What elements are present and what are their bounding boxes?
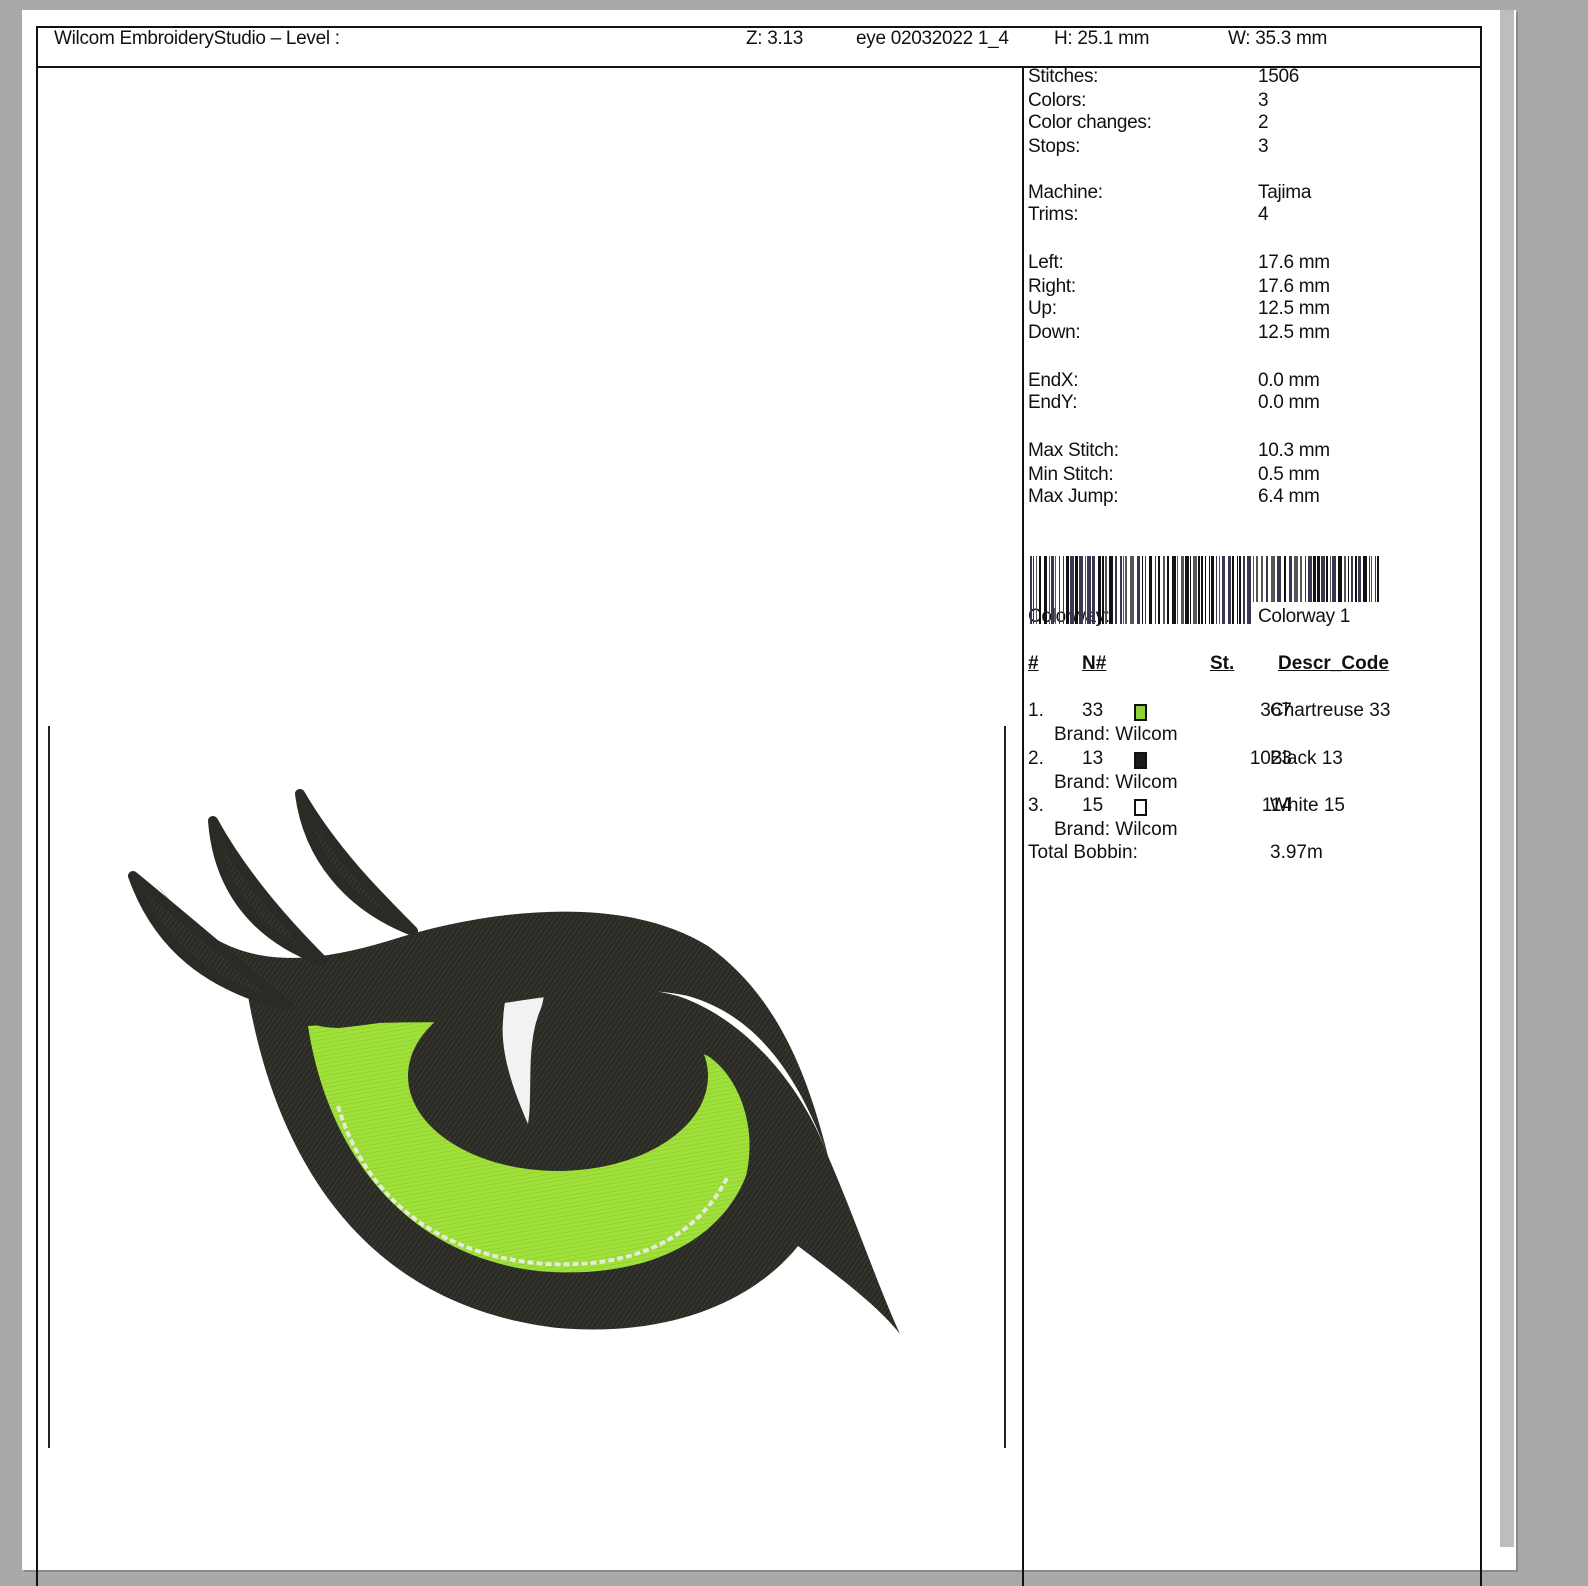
stat-value: 0.0 mm (1258, 392, 1320, 413)
col-header-stitches: St. (1210, 653, 1235, 674)
stat-label: Trims: (1028, 204, 1079, 225)
stat-value: 12.5 mm (1258, 298, 1330, 319)
thread-brand: Brand: Wilcom (1054, 772, 1178, 793)
thread-index: 1. (1028, 700, 1044, 721)
report-frame: Wilcom EmbroideryStudio – Level : Z: 3.1… (36, 26, 1482, 1586)
header-width: W: 35.3 mm (1228, 28, 1328, 49)
header-height: H: 25.1 mm (1054, 28, 1150, 49)
stat-row: Max Stitch: 10.3 mm (1028, 440, 1468, 464)
thread-index: 3. (1028, 795, 1044, 816)
stat-row: Colors: 3 (1028, 90, 1468, 114)
stat-value: 3 (1258, 90, 1269, 111)
report-header: Wilcom EmbroideryStudio – Level : Z: 3.1… (38, 28, 1480, 68)
stat-value: 17.6 mm (1258, 276, 1330, 297)
stat-row: Left: 17.6 mm (1028, 252, 1468, 276)
barcode-icon (1030, 556, 1379, 624)
design-preview (38, 66, 1022, 1586)
stat-label: EndX: (1028, 370, 1079, 391)
bobbin-row: Total Bobbin: 3.97m (1028, 842, 1478, 866)
stat-value: 2 (1258, 112, 1269, 133)
stat-row: Up: 12.5 mm (1028, 298, 1468, 322)
col-header-number: # (1028, 653, 1039, 674)
stat-value: 12.5 mm (1258, 322, 1330, 343)
stat-label: Colors: (1028, 90, 1087, 111)
thread-name: Black 13 (1270, 748, 1343, 769)
col-header-thread-number: N# (1082, 653, 1107, 674)
thread-row: 2. 13 1023 Black 13 (1028, 748, 1478, 772)
stat-row: EndX: 0.0 mm (1028, 370, 1468, 394)
col-header-description: Descr_Code (1278, 653, 1389, 674)
page-shadow-edge (1500, 10, 1514, 1547)
stat-label: Min Stitch: (1028, 464, 1114, 485)
eyelash-2 (208, 816, 328, 966)
stat-label: Stitches: (1028, 66, 1099, 87)
thread-index: 2. (1028, 748, 1044, 769)
eyelash-3 (295, 789, 418, 936)
stat-value: 4 (1258, 204, 1269, 225)
stat-value: 3 (1258, 136, 1269, 157)
header-title: Wilcom EmbroideryStudio – Level : (54, 28, 340, 49)
stat-value: 6.4 mm (1258, 486, 1320, 507)
thread-name: Chartreuse 33 (1270, 700, 1391, 721)
header-zoom: Z: 3.13 (746, 28, 804, 49)
print-preview-page: Wilcom EmbroideryStudio – Level : Z: 3.1… (22, 10, 1516, 1586)
color-swatch-icon (1134, 704, 1147, 721)
stat-label: Left: (1028, 252, 1064, 273)
stat-row: Machine: Tajima (1028, 182, 1468, 206)
header-filename: eye 02032022 1_4 (856, 28, 1009, 49)
stat-row: Trims: 4 (1028, 204, 1468, 228)
stat-row: Right: 17.6 mm (1028, 276, 1468, 300)
stat-label: Max Jump: (1028, 486, 1119, 507)
stat-row: Stitches: 1506 (1028, 66, 1468, 90)
stat-row: EndY: 0.0 mm (1028, 392, 1468, 416)
color-swatch-icon (1134, 799, 1147, 816)
stat-label: EndY: (1028, 392, 1078, 413)
thread-number: 33 (1082, 700, 1104, 721)
thread-row: 1. 33 367 Chartreuse 33 (1028, 700, 1478, 724)
stat-label: Machine: (1028, 182, 1103, 203)
stat-value: 0.5 mm (1258, 464, 1320, 485)
stat-value: 17.6 mm (1258, 252, 1330, 273)
stat-value: 1506 (1258, 66, 1300, 87)
stat-row: Stops: 3 (1028, 136, 1468, 160)
thread-brand: Brand: Wilcom (1054, 724, 1178, 745)
thread-number: 15 (1082, 795, 1104, 816)
stat-value: 10.3 mm (1258, 440, 1330, 461)
thread-brand: Brand: Wilcom (1054, 819, 1178, 840)
stat-value: Tajima (1258, 182, 1312, 203)
bobbin-value: 3.97m (1270, 842, 1323, 863)
color-swatch-icon (1134, 752, 1147, 769)
stat-row: Color changes: 2 (1028, 112, 1468, 136)
thread-name: White 15 (1270, 795, 1345, 816)
stat-row: Max Jump: 6.4 mm (1028, 486, 1468, 510)
stat-value: 0.0 mm (1258, 370, 1320, 391)
stat-label: Up: (1028, 298, 1057, 319)
stat-label: Right: (1028, 276, 1076, 297)
panel-divider (1022, 66, 1024, 1586)
stat-label: Max Stitch: (1028, 440, 1119, 461)
stat-label: Down: (1028, 322, 1081, 343)
thread-number: 13 (1082, 748, 1104, 769)
thread-row: 3. 15 114 White 15 (1028, 795, 1478, 819)
stat-row: Min Stitch: 0.5 mm (1028, 464, 1468, 488)
stat-row: Down: 12.5 mm (1028, 322, 1468, 346)
bobbin-label: Total Bobbin: (1028, 842, 1138, 863)
stat-label: Color changes: (1028, 112, 1152, 133)
stat-label: Stops: (1028, 136, 1081, 157)
embroidery-eye-design (128, 789, 900, 1334)
